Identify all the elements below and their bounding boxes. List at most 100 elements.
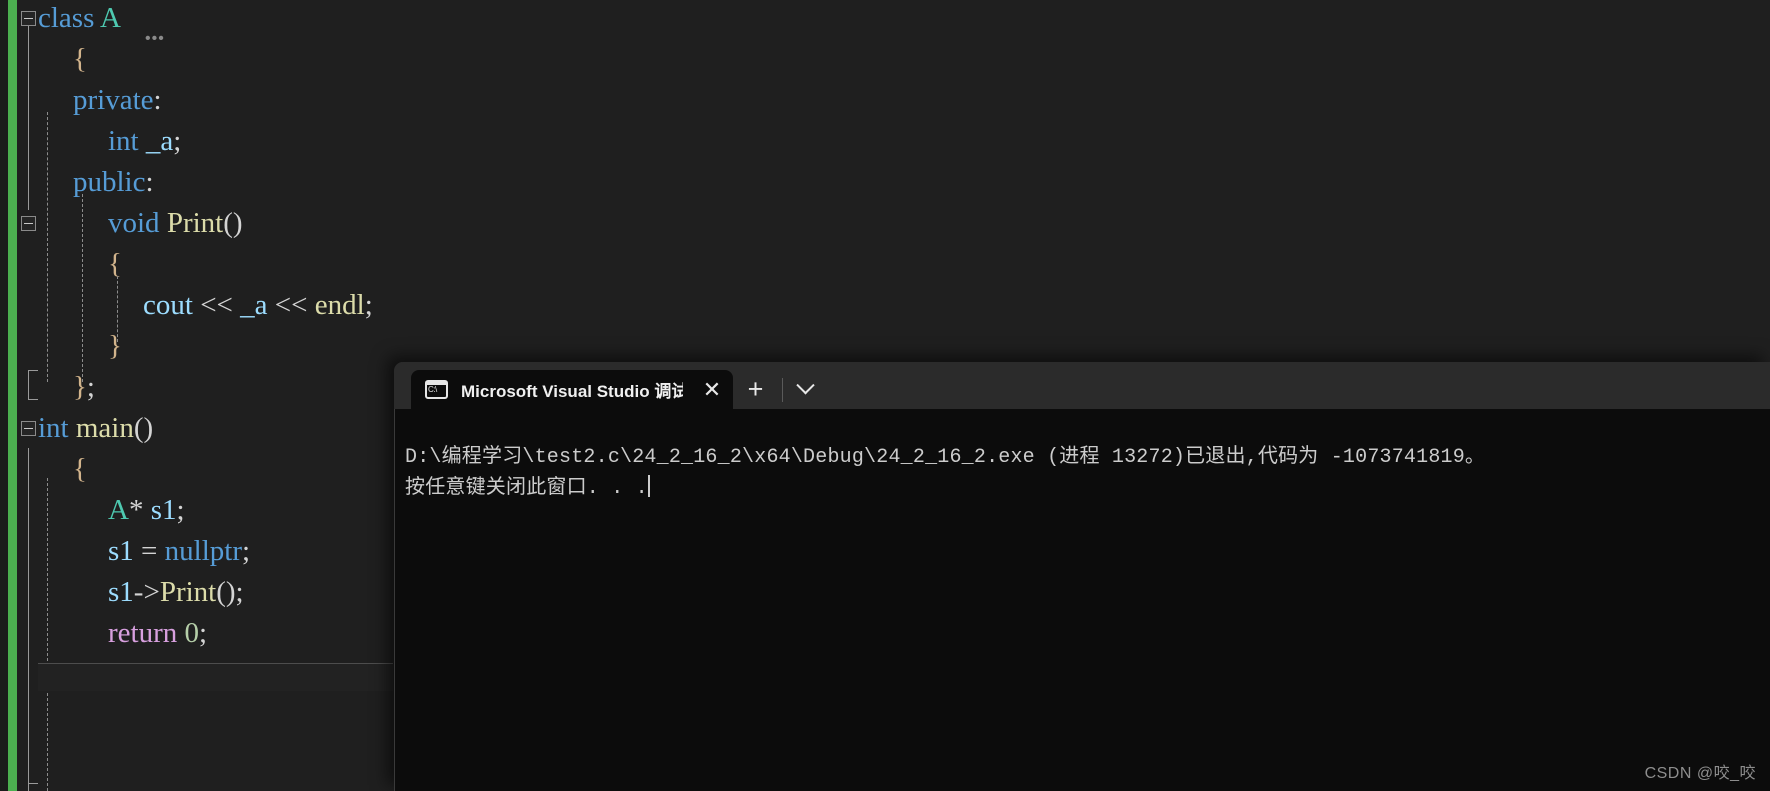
code-line-text: void Print() xyxy=(0,203,243,244)
code-fold-toggle-icon[interactable] xyxy=(21,216,36,231)
chevron-down-icon[interactable] xyxy=(784,370,826,409)
code-fold-bracket xyxy=(28,783,38,791)
code-indent-guide xyxy=(82,194,83,382)
code-token: = xyxy=(141,535,158,567)
code-line[interactable]: s1 = nullptr; xyxy=(0,531,250,572)
code-token: A xyxy=(108,494,129,526)
code-structure-guide xyxy=(28,448,29,791)
code-token: s1 xyxy=(108,576,134,608)
console-cmd-icon: C:\ xyxy=(425,380,448,399)
code-token: * xyxy=(128,494,144,526)
csdn-watermark: CSDN @咬_咬 xyxy=(1644,765,1756,782)
code-line-text: return 0; xyxy=(0,613,207,654)
console-left-border xyxy=(394,409,395,791)
code-token: { xyxy=(108,248,122,280)
code-fold-toggle-icon[interactable] xyxy=(21,421,36,436)
code-line-text: cout << _a << endl; xyxy=(0,285,373,326)
code-token: cout xyxy=(143,289,193,321)
close-icon[interactable]: ✕ xyxy=(697,375,727,405)
code-line-text: } xyxy=(0,326,122,367)
code-token: Print xyxy=(166,207,224,239)
code-line[interactable]: { xyxy=(0,244,122,285)
code-token: ; xyxy=(86,371,95,403)
new-tab-button[interactable]: + xyxy=(732,370,779,409)
code-token: int xyxy=(108,125,139,157)
code-token: private xyxy=(73,84,154,116)
quick-actions-dots-icon[interactable]: ••• xyxy=(145,31,165,47)
code-token: return xyxy=(108,617,178,649)
code-token: () xyxy=(216,576,236,608)
code-token: << xyxy=(200,289,233,321)
code-token: -> xyxy=(133,576,160,608)
console-tab[interactable]: C:\ Microsoft Visual Studio 调试控 ✕ xyxy=(411,370,733,409)
console-caret xyxy=(647,475,650,497)
code-line[interactable]: { xyxy=(0,449,87,490)
code-line[interactable]: class A xyxy=(0,0,121,39)
code-token: : xyxy=(145,166,154,198)
code-token: nullptr xyxy=(164,535,242,567)
code-line[interactable]: public: xyxy=(0,162,154,203)
code-token: : xyxy=(153,84,162,116)
screenshot-root: class A{private: int _a; public: void Print… xyxy=(0,0,1770,791)
code-token: { xyxy=(73,453,87,485)
console-output-area[interactable]: D:\编程学习\test2.c\24_2_16_2\x64\Debug\24_2… xyxy=(394,409,1770,791)
code-line-text: { xyxy=(0,39,87,80)
console-output-text: D:\编程学习\test2.c\24_2_16_2\x64\Debug\24_2… xyxy=(405,442,1766,504)
code-indent-guide xyxy=(47,478,48,791)
code-token: s1 xyxy=(108,535,134,567)
code-fold-toggle-icon[interactable] xyxy=(21,11,36,26)
code-line[interactable]: cout << _a << endl; xyxy=(0,285,373,326)
code-structure-guide xyxy=(28,26,29,210)
code-token: A xyxy=(100,2,121,34)
code-line[interactable]: { xyxy=(0,39,87,80)
code-token: () xyxy=(133,412,154,444)
code-token: } xyxy=(108,330,122,362)
code-line-text: { xyxy=(0,449,87,490)
code-token: void xyxy=(108,207,160,239)
code-indent-guide xyxy=(117,276,118,342)
code-line[interactable]: private: xyxy=(0,80,162,121)
code-line-text: private: xyxy=(0,80,162,121)
code-token: ; xyxy=(235,576,244,608)
console-tab-strip[interactable]: C:\ Microsoft Visual Studio 调试控 ✕ + xyxy=(394,362,1770,409)
editor-horizontal-scrollbar[interactable] xyxy=(38,663,393,691)
code-line-text: s1->Print(); xyxy=(0,572,244,613)
code-line[interactable]: void Print() xyxy=(0,203,243,244)
code-token: ; xyxy=(364,289,373,321)
code-token: ; xyxy=(242,535,251,567)
code-line[interactable]: } xyxy=(0,326,122,367)
code-indent-guide xyxy=(47,112,48,382)
code-token: () xyxy=(223,207,243,239)
code-line[interactable]: s1->Print(); xyxy=(0,572,244,613)
code-token: public xyxy=(73,166,146,198)
console-cmd-icon-label: C:\ xyxy=(428,385,437,394)
code-token: 0 xyxy=(184,617,200,649)
code-token: } xyxy=(73,371,87,403)
code-token: << xyxy=(274,289,308,321)
code-token: _a xyxy=(240,289,268,321)
code-line[interactable]: return 0; xyxy=(0,613,207,654)
code-token: class xyxy=(38,2,95,34)
code-token: { xyxy=(73,43,87,75)
code-token: main xyxy=(75,412,134,444)
code-token: endl xyxy=(314,289,365,321)
code-token: Print xyxy=(159,576,217,608)
code-token: int xyxy=(38,412,69,444)
code-token: _a xyxy=(145,125,174,157)
code-line-text: { xyxy=(0,244,122,285)
console-output-line: D:\编程学习\test2.c\24_2_16_2\x64\Debug\24_2… xyxy=(405,446,1486,469)
debug-console-window[interactable]: C:\ Microsoft Visual Studio 调试控 ✕ + D:\编… xyxy=(394,362,1770,791)
console-tab-title: Microsoft Visual Studio 调试控 xyxy=(461,382,683,401)
chevron-down-glyph xyxy=(795,376,815,395)
code-line-text: public: xyxy=(0,162,154,203)
tabstrip-divider xyxy=(782,378,783,402)
code-token: s1 xyxy=(150,494,177,526)
